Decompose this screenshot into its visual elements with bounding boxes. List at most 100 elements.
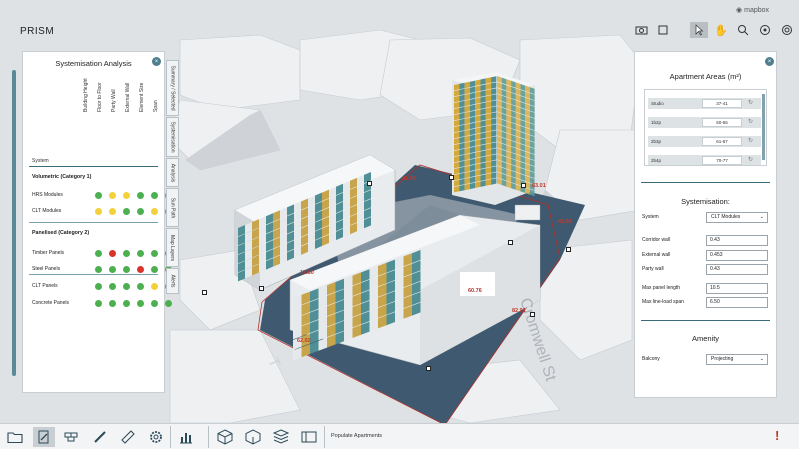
apartment-areas-list: Studio 37-41 ↻ 1b2p 50-55 ↻ 2b3p 61-67 ↻ 2b4p 70-7… xyxy=(644,89,767,166)
side-tab[interactable]: Systemisation xyxy=(166,117,179,157)
facade-module xyxy=(469,134,476,142)
sun-icon[interactable] xyxy=(778,22,796,38)
divider xyxy=(29,274,158,275)
setting-input[interactable]: 6.50 xyxy=(706,297,768,308)
facade-module xyxy=(464,99,470,107)
facade-module xyxy=(485,179,492,186)
edit-document-icon[interactable] xyxy=(33,427,55,447)
refresh-icon[interactable]: ↻ xyxy=(748,156,753,163)
folder-icon[interactable] xyxy=(4,427,26,447)
close-icon[interactable]: × xyxy=(765,57,774,66)
pencil-icon[interactable] xyxy=(89,427,111,447)
side-tab[interactable]: Alerts xyxy=(166,268,179,294)
status-dot-red xyxy=(109,250,116,257)
system-select[interactable]: CLT Modules ⌄ xyxy=(706,212,768,223)
scene-marker[interactable] xyxy=(521,183,526,188)
side-tab[interactable]: Sun Path xyxy=(166,188,179,227)
divider xyxy=(29,222,158,223)
facade-module xyxy=(480,132,486,139)
scene-marker[interactable] xyxy=(530,312,535,317)
ruler-icon[interactable] xyxy=(117,427,139,447)
facade-module xyxy=(485,83,492,90)
facade-module xyxy=(485,89,492,96)
system-row[interactable]: Timber Panels xyxy=(32,248,172,258)
status-dot-red xyxy=(137,266,144,273)
facade-module xyxy=(475,109,481,116)
zoom-in-icon[interactable] xyxy=(734,22,752,38)
bricks-icon[interactable] xyxy=(61,427,83,447)
gear-icon[interactable] xyxy=(145,427,167,447)
system-row[interactable]: CLT Modules xyxy=(32,206,172,216)
setting-input[interactable]: 0.43 xyxy=(706,264,768,275)
facade-module xyxy=(485,161,492,168)
apartment-type-label: 1b2p xyxy=(651,120,662,125)
facade-module xyxy=(459,94,465,102)
system-row[interactable]: HRS Modules xyxy=(32,190,172,200)
setting-input[interactable]: 0.453 xyxy=(706,250,768,261)
facade-module xyxy=(459,148,465,156)
camera-icon[interactable] xyxy=(632,22,650,38)
area-range-input[interactable]: 50-55 xyxy=(702,118,742,127)
scene-marker[interactable] xyxy=(202,290,207,295)
system-row[interactable]: Steel Panels xyxy=(32,264,172,274)
facade-module xyxy=(491,142,497,149)
facade-module xyxy=(485,173,492,180)
select-icon[interactable] xyxy=(690,22,708,38)
system-name: HRS Modules xyxy=(32,192,63,198)
layout-icon[interactable] xyxy=(298,427,320,447)
facade-module xyxy=(469,116,476,124)
scene-marker[interactable] xyxy=(508,240,513,245)
layers-icon[interactable] xyxy=(654,22,672,38)
orbit-icon[interactable] xyxy=(756,22,774,38)
side-tab[interactable]: Map Layers xyxy=(166,228,179,267)
status-dot-green xyxy=(95,266,102,273)
facade-module xyxy=(454,149,460,157)
status-dot-yellow xyxy=(151,283,158,290)
facade-module xyxy=(469,182,476,190)
cube-half-icon[interactable] xyxy=(242,427,264,447)
facade-module xyxy=(485,143,492,150)
status-dot-green xyxy=(165,300,172,307)
facade-module xyxy=(480,150,486,157)
alert-icon[interactable]: ! xyxy=(775,428,779,443)
status-dot-green xyxy=(109,266,116,273)
balcony-select[interactable]: Projecting ⌄ xyxy=(706,354,768,365)
refresh-icon[interactable]: ↻ xyxy=(748,99,753,106)
cube-outline-icon[interactable] xyxy=(214,427,236,447)
facade-module xyxy=(464,183,470,191)
setting-input[interactable]: 10.5 xyxy=(706,283,768,294)
facade-module xyxy=(475,115,481,122)
area-range-input[interactable]: 37-41 xyxy=(702,99,742,108)
facade-module xyxy=(475,163,481,170)
height-slider[interactable] xyxy=(12,70,16,376)
scene-marker[interactable] xyxy=(259,286,264,291)
setting-input[interactable]: 0.43 xyxy=(706,235,768,246)
scrollbar[interactable] xyxy=(762,94,765,160)
facade-module xyxy=(480,78,486,85)
area-range-input[interactable]: 70-77 xyxy=(702,156,742,165)
side-tab[interactable]: Analysis xyxy=(166,158,179,187)
refresh-icon[interactable]: ↻ xyxy=(748,118,753,125)
facade-module xyxy=(491,136,497,143)
close-icon[interactable]: × xyxy=(152,57,161,66)
area-range-input[interactable]: 61-67 xyxy=(702,137,742,146)
facade-module xyxy=(459,160,465,168)
pan-icon[interactable]: ✋ xyxy=(712,22,730,38)
refresh-icon[interactable]: ↻ xyxy=(748,137,753,144)
bar-chart-icon[interactable] xyxy=(175,427,197,447)
column-header: Party Wall xyxy=(111,89,117,112)
side-tab[interactable]: Summary / Selected xyxy=(166,60,179,116)
scene-marker[interactable] xyxy=(449,175,454,180)
system-row[interactable]: CLT Panels xyxy=(32,281,172,291)
facade-module xyxy=(491,160,497,167)
scene-marker[interactable] xyxy=(566,247,571,252)
cube-stack-icon[interactable] xyxy=(270,427,292,447)
system-row[interactable]: Concrete Panels xyxy=(32,298,172,308)
facade-module xyxy=(469,86,476,94)
scene-marker[interactable] xyxy=(367,181,372,186)
facade-module xyxy=(454,137,460,145)
populate-apartments-button[interactable]: Populate Apartments xyxy=(331,433,382,439)
scene-marker[interactable] xyxy=(426,366,431,371)
column-header: Building Height xyxy=(83,78,89,112)
facade-module xyxy=(491,172,497,179)
